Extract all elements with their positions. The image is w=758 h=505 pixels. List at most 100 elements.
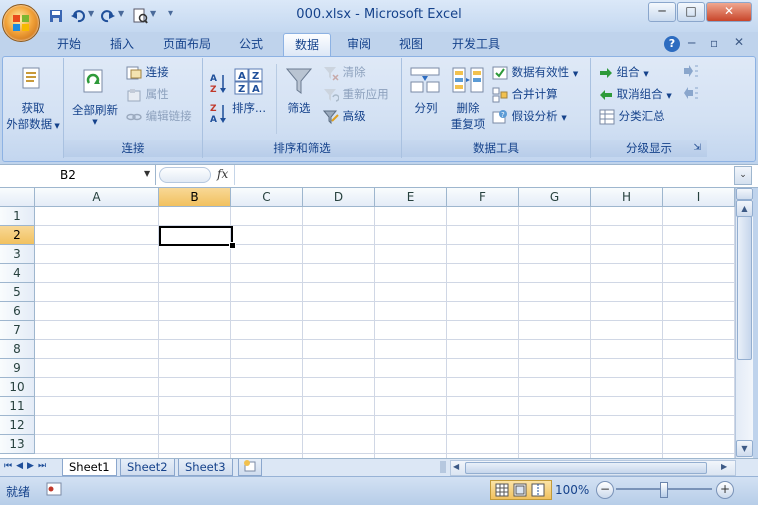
minimize-button[interactable]: ─: [648, 2, 676, 22]
sheet-tab-2[interactable]: Sheet2: [120, 459, 175, 476]
sheet-tab-1[interactable]: Sheet1: [62, 459, 117, 476]
zoom-slider-thumb[interactable]: [660, 482, 668, 498]
normal-view-icon[interactable]: [495, 483, 509, 497]
row-header-5[interactable]: 5: [0, 283, 35, 302]
formula-bar-handle[interactable]: [159, 167, 211, 183]
ungroup-button[interactable]: 取消组合 ▼: [599, 86, 672, 102]
svg-text:A: A: [238, 71, 246, 82]
zoom-out-button[interactable]: −: [596, 481, 614, 499]
column-header-h[interactable]: H: [591, 188, 663, 207]
text-to-columns-button[interactable]: 分列: [406, 100, 446, 116]
ribbon-minimize-button[interactable]: ─: [688, 36, 695, 50]
column-header-e[interactable]: E: [375, 188, 447, 207]
column-header-f[interactable]: F: [447, 188, 519, 207]
worksheet-grid[interactable]: ABCDEFGHI 1 2 3 4 5 6 7 8 9 10 11 12 13: [0, 188, 735, 458]
formula-input[interactable]: [234, 165, 733, 185]
connections-button[interactable]: 连接: [126, 64, 169, 80]
tab-page-layout[interactable]: 页面布局: [156, 33, 218, 55]
get-external-data-button[interactable]: 获取 外部数据 ▼: [3, 100, 63, 132]
hide-detail-icon[interactable]: [683, 86, 699, 100]
scroll-left-button[interactable]: ◀: [453, 462, 459, 471]
macro-record-icon[interactable]: [46, 482, 62, 496]
row-header-2[interactable]: 2: [0, 226, 35, 245]
data-validation-button[interactable]: 数据有效性 ▼: [492, 64, 578, 81]
properties-button[interactable]: 属性: [126, 86, 169, 102]
vertical-scrollbar[interactable]: ▲ ▼: [735, 188, 753, 458]
dialog-launcher-icon[interactable]: ⇲: [693, 140, 701, 157]
edit-links-button[interactable]: 编辑链接: [126, 108, 192, 124]
row-header-1[interactable]: 1: [0, 207, 35, 226]
tab-insert[interactable]: 插入: [101, 33, 143, 55]
group-button[interactable]: 组合 ▼: [599, 64, 649, 80]
tab-data[interactable]: 数据: [283, 33, 331, 57]
split-box[interactable]: [736, 188, 753, 200]
zoom-level[interactable]: 100%: [555, 483, 589, 497]
sheet-tab-3[interactable]: Sheet3: [178, 459, 233, 476]
column-header-g[interactable]: G: [519, 188, 591, 207]
filter-button[interactable]: 筛选: [281, 100, 317, 116]
subtotal-icon: [599, 109, 615, 124]
row-gridline: [35, 415, 735, 416]
scroll-thumb[interactable]: [737, 216, 752, 360]
zoom-in-button[interactable]: +: [716, 481, 734, 499]
help-icon[interactable]: ?: [664, 36, 680, 52]
insert-sheet-button[interactable]: [238, 459, 262, 476]
row-header-13[interactable]: 13: [0, 435, 35, 454]
column-header-c[interactable]: C: [231, 188, 303, 207]
column-header-a[interactable]: A: [35, 188, 159, 207]
tab-view[interactable]: 视图: [390, 33, 432, 55]
row-header-10[interactable]: 10: [0, 378, 35, 397]
office-logo-icon: [13, 15, 29, 31]
row-header-11[interactable]: 11: [0, 397, 35, 416]
selected-cell[interactable]: [159, 226, 233, 246]
name-box-dropdown-icon[interactable]: ▼: [144, 169, 150, 178]
sort-ascending-button[interactable]: AZ: [209, 72, 227, 95]
remove-duplicates-button[interactable]: 删除 重复项: [446, 100, 490, 132]
tab-home[interactable]: 开始: [48, 33, 90, 55]
what-if-analysis-button[interactable]: ? 假设分析 ▼: [492, 108, 567, 125]
advanced-filter-button[interactable]: 高级: [323, 108, 366, 125]
tab-formulas[interactable]: 公式: [230, 33, 272, 55]
page-layout-view-icon[interactable]: [513, 483, 527, 497]
close-button[interactable]: ✕: [706, 2, 752, 22]
fill-handle[interactable]: [229, 242, 236, 249]
select-all-button[interactable]: [0, 188, 35, 207]
reapply-button[interactable]: 重新应用: [323, 86, 389, 103]
row-header-12[interactable]: 12: [0, 416, 35, 435]
scroll-up-button[interactable]: ▲: [736, 200, 753, 217]
clear-filter-button[interactable]: 清除: [323, 64, 366, 81]
column-header-i[interactable]: I: [663, 188, 735, 207]
refresh-all-button[interactable]: 全部刷新 ▼: [66, 102, 124, 126]
sort-descending-button[interactable]: ZA: [209, 102, 227, 125]
tab-split-handle[interactable]: [440, 461, 446, 473]
subtotal-button[interactable]: 分类汇总: [599, 108, 665, 125]
show-detail-icon[interactable]: [683, 64, 699, 78]
tab-review[interactable]: 审阅: [338, 33, 380, 55]
column-header-b[interactable]: B: [159, 188, 231, 207]
row-header-6[interactable]: 6: [0, 302, 35, 321]
consolidate-button[interactable]: 合并计算: [492, 86, 558, 103]
row-header-4[interactable]: 4: [0, 264, 35, 283]
row-header-7[interactable]: 7: [0, 321, 35, 340]
office-button[interactable]: [2, 4, 40, 42]
expand-formula-bar-button[interactable]: ⌄: [734, 166, 752, 185]
scroll-right-button[interactable]: ▶: [721, 462, 727, 471]
column-gridline: [302, 207, 303, 458]
h-scroll-thumb[interactable]: [465, 462, 707, 474]
sheet-nav-buttons[interactable]: ⏮◀▶⏭: [4, 461, 50, 471]
row-header-8[interactable]: 8: [0, 340, 35, 359]
row-header-9[interactable]: 9: [0, 359, 35, 378]
what-if-icon: ?: [492, 109, 507, 123]
name-box[interactable]: B2 ▼: [0, 165, 156, 185]
scroll-down-button[interactable]: ▼: [736, 440, 753, 457]
insert-function-button[interactable]: fx: [217, 167, 228, 181]
page-break-view-icon[interactable]: [531, 483, 545, 497]
ribbon-restore-button[interactable]: ▫: [710, 36, 718, 50]
row-header-3[interactable]: 3: [0, 245, 35, 264]
horizontal-scrollbar[interactable]: ◀ ▶: [450, 460, 736, 476]
workbook-close-button[interactable]: ✕: [734, 35, 744, 49]
sort-button[interactable]: 排序...: [229, 100, 269, 116]
tab-developer[interactable]: 开发工具: [444, 33, 508, 55]
column-header-d[interactable]: D: [303, 188, 375, 207]
maximize-button[interactable]: □: [677, 2, 705, 22]
